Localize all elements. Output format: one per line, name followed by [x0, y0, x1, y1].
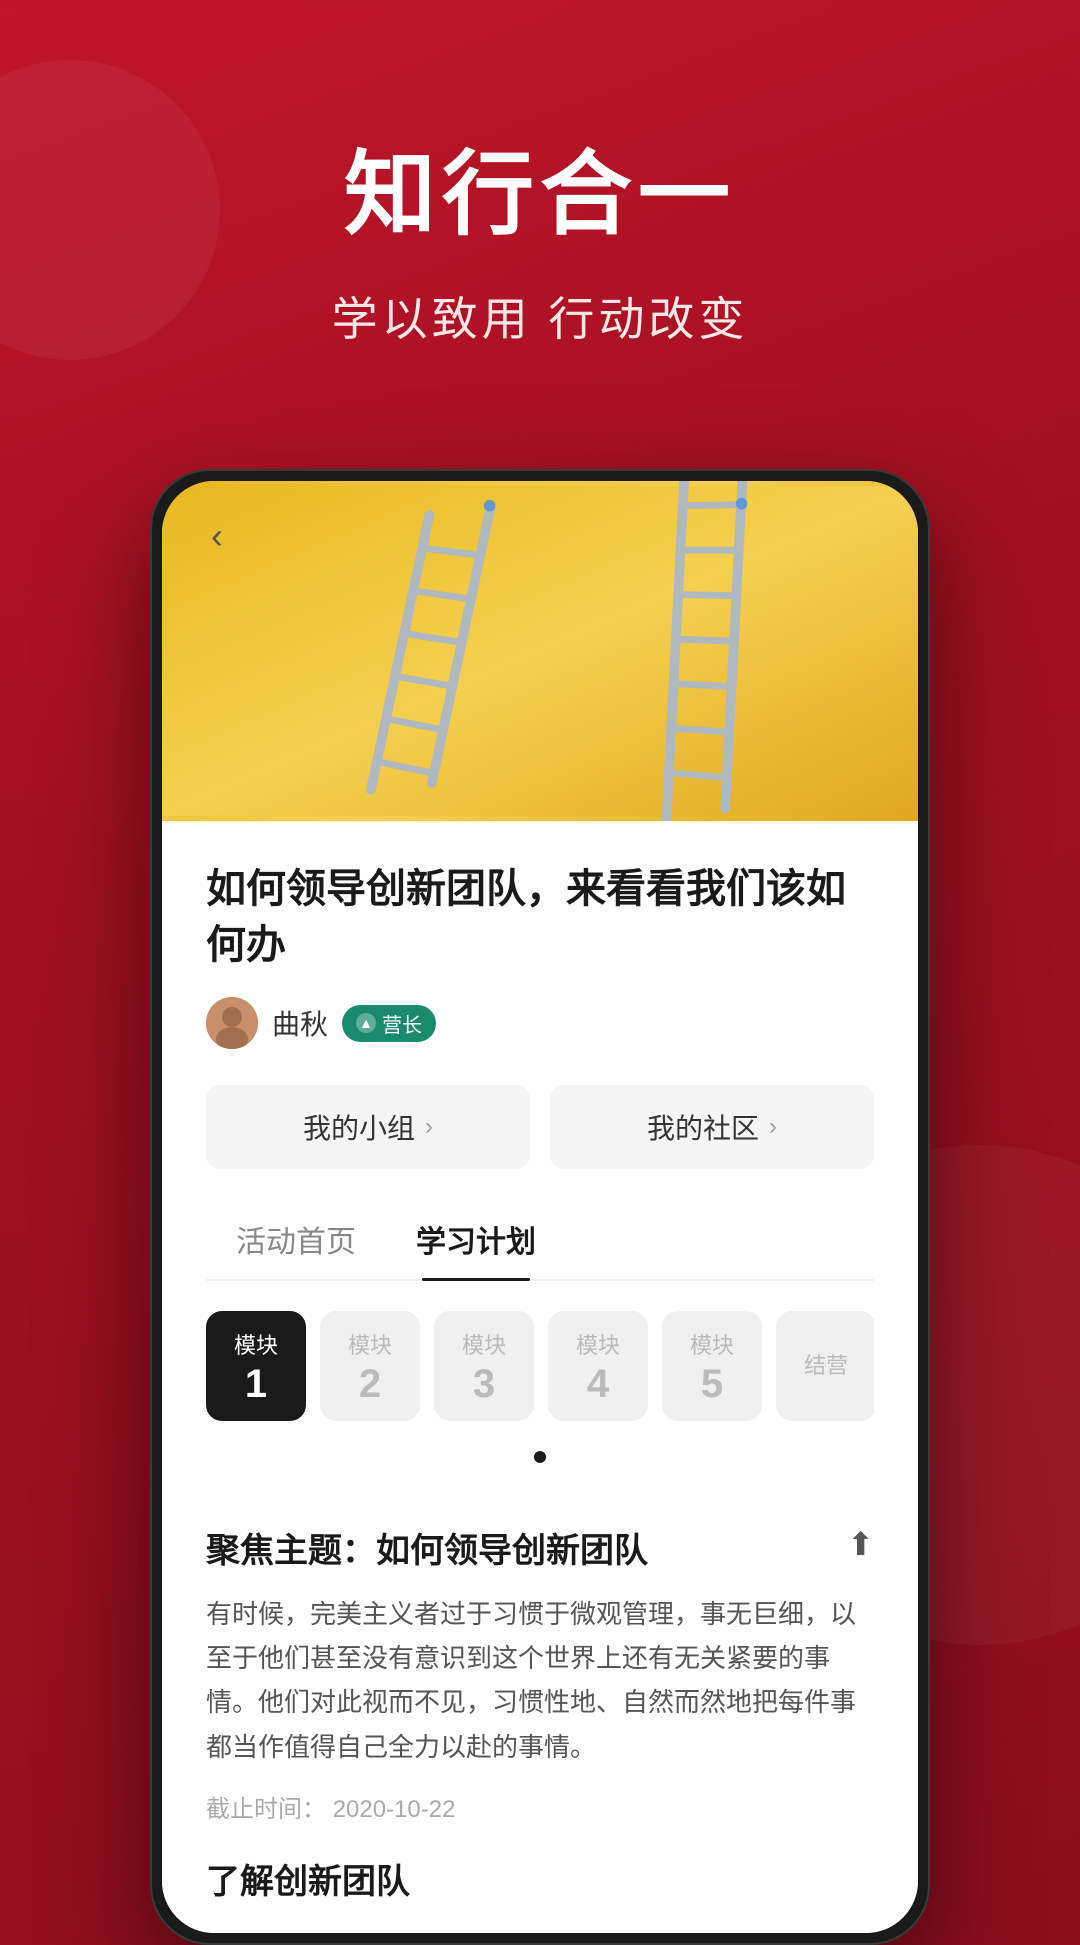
tab-activity-home[interactable]: 活动首页: [206, 1199, 386, 1279]
back-arrow-icon: ‹: [211, 515, 223, 557]
module-tab-1[interactable]: 模块 1: [206, 1311, 306, 1421]
module-tab-1-num: 1: [245, 1364, 267, 1404]
my-community-button[interactable]: 我的社区 ›: [550, 1085, 874, 1169]
my-community-label: 我的社区: [647, 1107, 759, 1147]
tabs-row: 活动首页 学习计划: [206, 1199, 874, 1281]
hero-subtitle: 学以致用 行动改变: [60, 283, 1020, 349]
article-title: 如何领导创新团队，来看看我们该如何办: [206, 861, 874, 973]
author-name: 曲秋: [272, 1003, 328, 1043]
module-tab-4[interactable]: 模块 4: [548, 1311, 648, 1421]
avatar-image: [206, 997, 258, 1049]
section-heading: 了解创新团队: [206, 1854, 874, 1903]
phone-wrapper: ‹ 如何领导创新团队，来看看我们该如何办: [0, 469, 1080, 1945]
my-group-label: 我的小组: [303, 1107, 415, 1147]
module-tab-1-label: 模块: [234, 1328, 278, 1360]
module-tab-5[interactable]: 模块 5: [662, 1311, 762, 1421]
phone-screen: ‹ 如何领导创新团队，来看看我们该如何办: [162, 481, 918, 1933]
hero-section: 知行合一 学以致用 行动改变: [0, 0, 1080, 429]
module-tab-5-num: 5: [701, 1364, 723, 1404]
module-tab-2[interactable]: 模块 2: [320, 1311, 420, 1421]
phone-mockup: ‹ 如何领导创新团队，来看看我们该如何办: [150, 469, 930, 1945]
module-tab-3-num: 3: [473, 1364, 495, 1404]
author-row: 曲秋 ▲ 营长: [206, 997, 874, 1049]
module-tab-end-label: 结营: [804, 1348, 848, 1380]
my-group-button[interactable]: 我的小组 ›: [206, 1085, 530, 1169]
share-icon[interactable]: ⬆: [847, 1525, 874, 1563]
focus-section: 聚焦主题：如何领导创新团队 ⬆ 有时候，完美主义者过于习惯于微观管理，事无巨细，…: [162, 1523, 918, 1933]
module-tab-3[interactable]: 模块 3: [434, 1311, 534, 1421]
chevron-right-icon-2: ›: [769, 1113, 777, 1141]
tab-study-plan[interactable]: 学习计划: [386, 1199, 566, 1279]
avatar: [206, 997, 258, 1049]
badge-label: 营长: [382, 1009, 422, 1038]
module-dot-row: [206, 1451, 874, 1463]
module-tab-end[interactable]: 结营: [776, 1311, 874, 1421]
deadline-value: 2020-10-22: [333, 1796, 456, 1823]
chevron-right-icon: ›: [425, 1113, 433, 1141]
module-tab-4-num: 4: [587, 1364, 609, 1404]
focus-header: 聚焦主题：如何领导创新团队 ⬆: [206, 1523, 874, 1572]
back-button[interactable]: ‹: [192, 511, 242, 561]
author-badge: ▲ 营长: [342, 1005, 436, 1042]
module-tab-2-label: 模块: [348, 1328, 392, 1360]
module-tab-2-num: 2: [359, 1364, 381, 1404]
focus-title: 聚焦主题：如何领导创新团队: [206, 1523, 648, 1572]
module-tab-3-label: 模块: [462, 1328, 506, 1360]
focus-body: 有时候，完美主义者过于习惯于微观管理，事无巨细，以至于他们甚至没有意识到这个世界…: [206, 1592, 874, 1769]
module-tab-5-label: 模块: [690, 1328, 734, 1360]
nav-buttons: 我的小组 › 我的社区 ›: [206, 1085, 874, 1169]
module-tab-4-label: 模块: [576, 1328, 620, 1360]
module-tabs: 模块 1 模块 2 模块 3 模块 4: [206, 1311, 874, 1431]
hero-title: 知行合一: [60, 120, 1020, 253]
tab-activity-home-label: 活动首页: [236, 1226, 356, 1259]
article-hero-image: ‹: [162, 481, 918, 821]
tab-study-plan-label: 学习计划: [416, 1226, 536, 1259]
module-dot-indicator: [534, 1451, 546, 1463]
badge-icon: ▲: [356, 1013, 376, 1033]
deadline-label: 截止时间：: [206, 1796, 326, 1823]
deadline-row: 截止时间： 2020-10-22: [206, 1789, 874, 1824]
content-area: 如何领导创新团队，来看看我们该如何办 曲秋 ▲: [162, 821, 918, 1523]
